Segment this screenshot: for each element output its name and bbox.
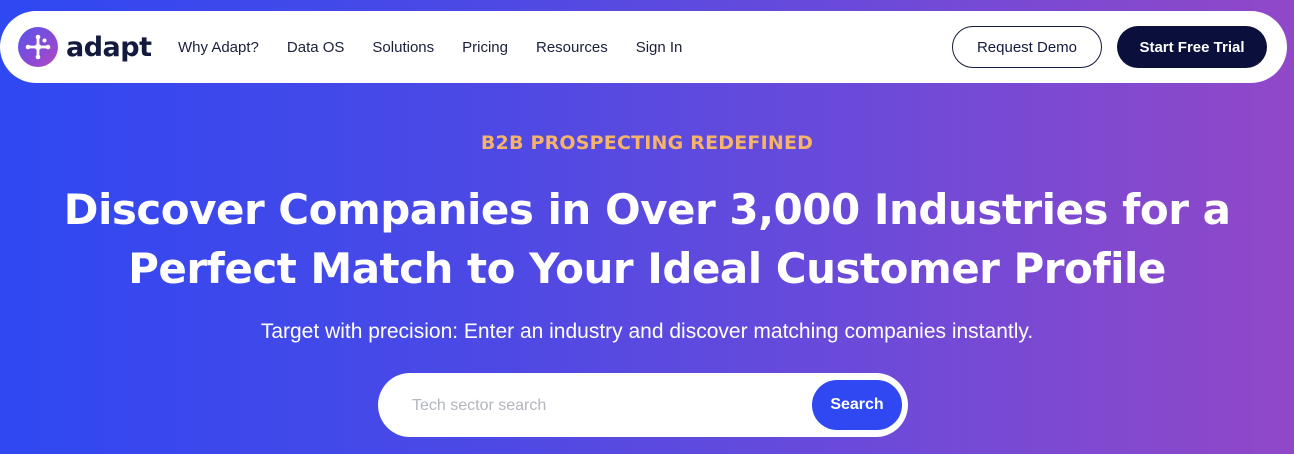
top-navbar: adapt Why Adapt? Data OS Solutions Prici… [0, 11, 1287, 83]
nav-link-pricing[interactable]: Pricing [462, 39, 508, 56]
nav-link-sign-in[interactable]: Sign In [636, 39, 683, 56]
hero-headline-line-2: Perfect Match to Your Ideal Customer Pro… [128, 244, 1166, 293]
start-free-trial-button[interactable]: Start Free Trial [1117, 26, 1267, 68]
nav-link-why-adapt[interactable]: Why Adapt? [178, 39, 259, 56]
nav-link-resources[interactable]: Resources [536, 39, 608, 56]
main-nav: Why Adapt? Data OS Solutions Pricing Res… [178, 11, 710, 83]
nav-link-solutions[interactable]: Solutions [372, 39, 434, 56]
hero-subheadline: Target with precision: Enter an industry… [260, 320, 1034, 343]
industry-search-input[interactable] [410, 385, 794, 427]
request-demo-button[interactable]: Request Demo [952, 26, 1102, 68]
hero-eyebrow: B2B PROSPECTING REDEFINED [480, 132, 814, 154]
hero-headline-line-1: Discover Companies in Over 3,000 Industr… [63, 185, 1231, 234]
nav-link-data-os[interactable]: Data OS [287, 39, 345, 56]
brand-name: adapt [66, 31, 152, 63]
starburst-logo-icon [18, 27, 58, 67]
industry-search-bar: Search [378, 373, 908, 437]
hero-headline: Discover Companies in Over 3,000 Industr… [60, 180, 1234, 298]
brand-logo[interactable]: adapt [18, 27, 152, 67]
search-button[interactable]: Search [812, 380, 902, 430]
